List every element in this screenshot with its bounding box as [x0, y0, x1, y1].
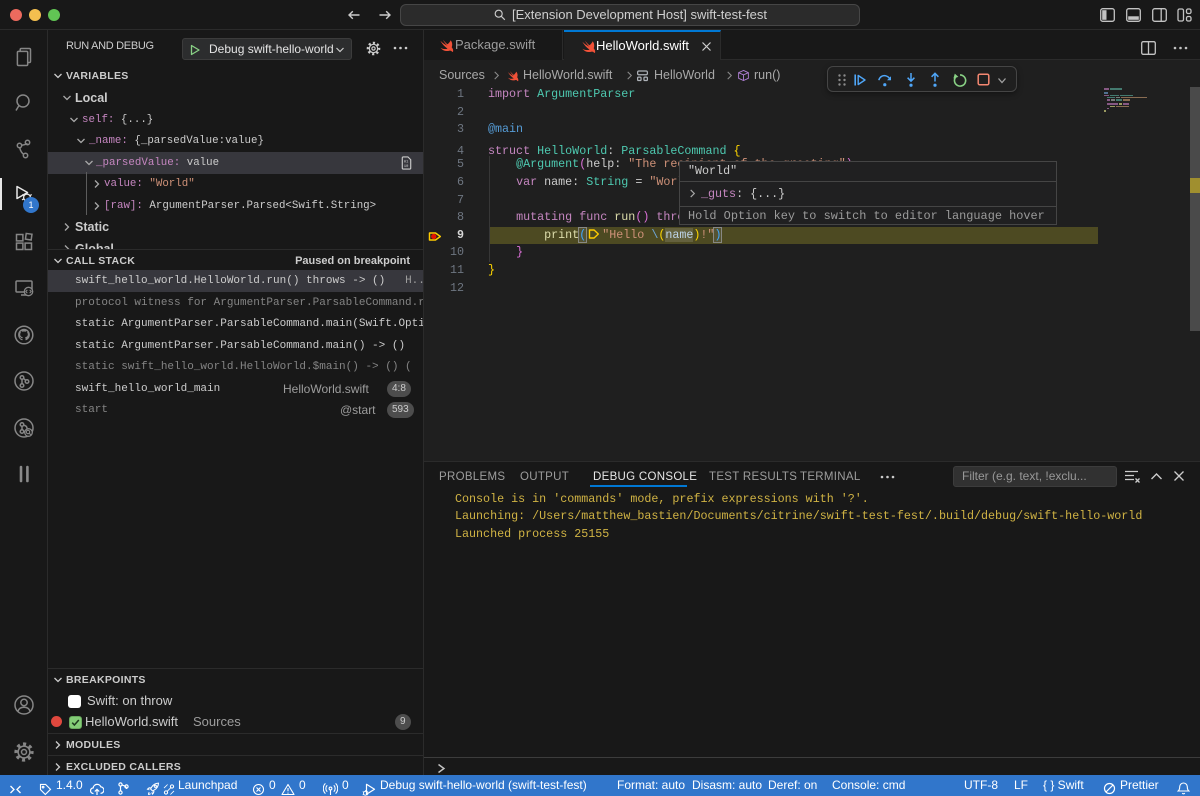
- svg-text:10: 10: [404, 164, 409, 168]
